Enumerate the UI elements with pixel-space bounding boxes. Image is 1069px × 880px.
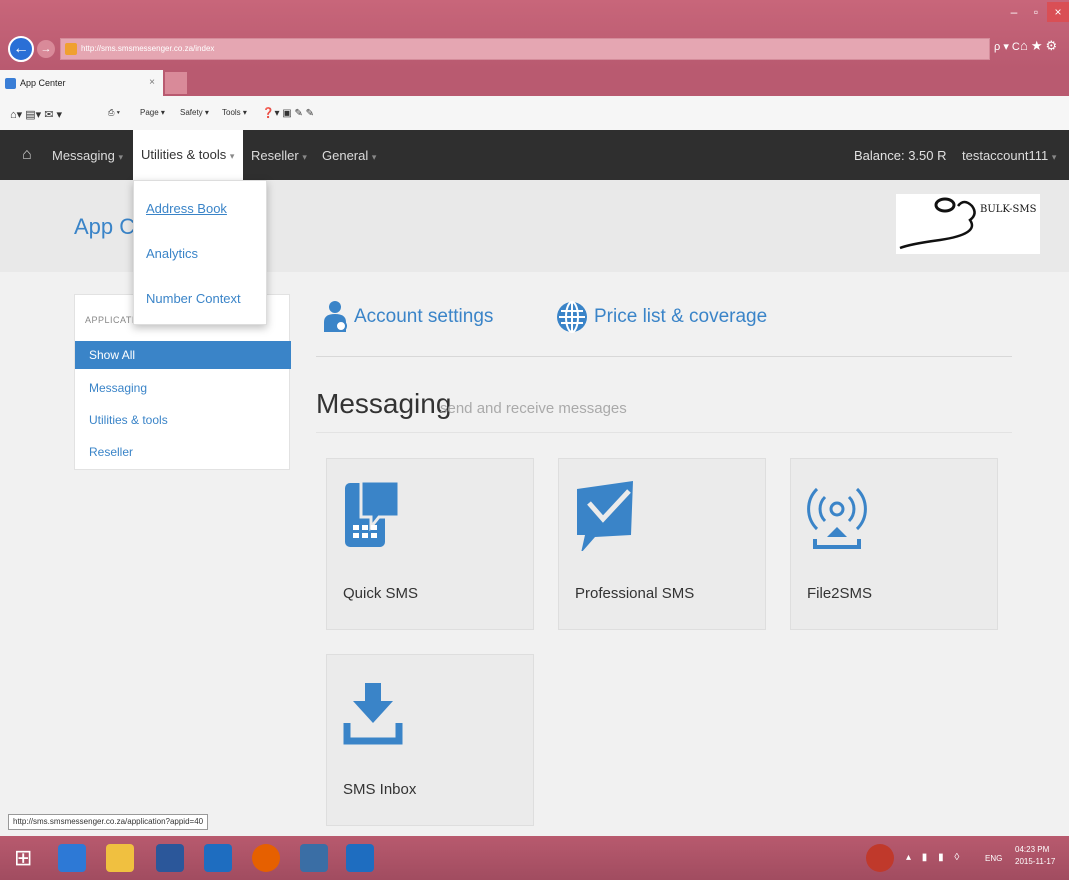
user-menu[interactable]: testaccount111 ▾ (962, 148, 1056, 163)
home-star-gear-icons[interactable]: ⌂★⚙ (1020, 38, 1060, 54)
close-window-button[interactable]: × (1047, 2, 1069, 22)
outlook-icon-2[interactable] (346, 844, 374, 872)
logo-swirl-icon (899, 197, 976, 250)
back-button[interactable]: ← (8, 36, 34, 62)
section-title: Messaging (316, 388, 452, 419)
language-indicator[interactable]: ENG (985, 854, 1002, 863)
window-controls: – ▫ × (1003, 2, 1069, 22)
utilities-dropdown-menu: Address Book Analytics Number Context (133, 180, 267, 325)
tab-app-center[interactable]: App Center × (0, 70, 163, 96)
price-list-label: Price list & coverage (594, 306, 768, 327)
print-icon[interactable]: ⎙ ▾ (108, 108, 120, 118)
search-refresh-icons[interactable]: ρ ▾ C (994, 40, 1020, 53)
safety-menu[interactable]: Safety ▾ (180, 108, 209, 117)
divider (316, 356, 1012, 357)
app-card-sms-inbox[interactable]: SMS Inbox (326, 654, 534, 826)
brand-logo[interactable] (896, 194, 1040, 254)
menu-item-address-book[interactable]: Address Book (146, 201, 227, 216)
app-card-professional-sms[interactable]: Professional SMS (558, 458, 766, 630)
card-label: SMS Inbox (343, 781, 417, 798)
file-explorer-icon[interactable] (106, 844, 134, 872)
section-subtitle: send and receive messages (440, 400, 627, 417)
mobile-phone-icon (345, 479, 401, 547)
tray-icons[interactable]: ▴ ▮ ▮ ◊ (906, 852, 963, 863)
command-bar: ⌂▾ ▤▾ ✉ ▾ ⎙ ▾ Page ▾ Safety ▾ Tools ▾ ❓▾… (0, 96, 1069, 130)
user-settings-icon (324, 301, 347, 332)
home-cmd-icon[interactable]: ⌂▾ ▤▾ ✉ ▾ (10, 108, 62, 121)
account-settings-label: Account settings (354, 306, 494, 327)
tab-favicon-icon (5, 78, 16, 89)
status-bar-url: http://sms.smsmessenger.co.za/applicatio… (8, 814, 209, 830)
card-label: Quick SMS (343, 585, 419, 602)
menu-item-analytics[interactable]: Analytics (146, 246, 198, 261)
message-check-icon (577, 481, 633, 551)
menu-item-number-context[interactable]: Number Context (146, 291, 241, 306)
restore-button[interactable]: ▫ (1025, 2, 1047, 22)
globe-icon (557, 301, 587, 333)
balance-display: Balance: 3.50 R (854, 148, 947, 163)
clock-date: 2015-11-17 (1015, 857, 1056, 866)
address-bar[interactable]: http://sms.smsmessenger.co.za/index (60, 38, 990, 60)
clock-time: 04:23 PM (1015, 845, 1050, 854)
help-icon[interactable]: ❓▾ ▣ ✎ ✎ (262, 108, 314, 119)
app-card-file2sms[interactable]: File2SMS (790, 458, 998, 630)
sidebar-item-show-all[interactable]: Show All (75, 341, 291, 369)
internet-explorer-icon[interactable] (58, 844, 86, 872)
tab-title: App Center (20, 78, 66, 88)
broadcast-upload-icon (807, 487, 867, 549)
sidebar-item-reseller[interactable]: Reseller (89, 445, 133, 459)
firefox-icon[interactable] (252, 844, 280, 872)
card-label: Professional SMS (575, 585, 695, 602)
outlook-icon[interactable] (204, 844, 232, 872)
card-label: File2SMS (807, 585, 873, 602)
nav-reseller[interactable]: Reseller ▾ (251, 148, 307, 163)
home-icon[interactable]: ⌂ (22, 146, 32, 164)
app-card-quick-sms[interactable]: Quick SMS (326, 458, 534, 630)
minimize-button[interactable]: – (1003, 2, 1025, 22)
account-settings-link[interactable]: Account settings (324, 300, 493, 334)
address-url: http://sms.smsmessenger.co.za/index (81, 44, 215, 53)
new-tab-button[interactable] (165, 72, 187, 94)
tools-menu[interactable]: Tools ▾ (222, 108, 247, 117)
word-icon[interactable] (156, 844, 184, 872)
app-icon[interactable] (300, 844, 328, 872)
inbox-download-icon (343, 683, 403, 745)
price-list-link[interactable]: Price list & coverage (556, 300, 767, 334)
sidebar-item-messaging[interactable]: Messaging (89, 381, 147, 395)
nav-utilities-tools[interactable]: Utilities & tools ▾ (133, 130, 243, 180)
sidebar-item-utilities[interactable]: Utilities & tools (89, 413, 168, 427)
windows-start-icon[interactable]: ⊞ (14, 844, 42, 872)
page-menu[interactable]: Page ▾ (140, 108, 165, 117)
forward-button[interactable]: → (37, 40, 55, 58)
tray-app-icon[interactable] (866, 844, 894, 872)
tab-close-icon[interactable]: × (149, 70, 155, 96)
divider (316, 432, 1012, 433)
site-favicon-icon (65, 43, 77, 55)
nav-general[interactable]: General ▾ (322, 148, 376, 163)
clock[interactable]: 04:23 PM 2015-11-17 (1015, 844, 1055, 868)
nav-messaging[interactable]: Messaging ▾ (52, 148, 123, 163)
logo-text: BULK-SMS (980, 204, 1037, 215)
